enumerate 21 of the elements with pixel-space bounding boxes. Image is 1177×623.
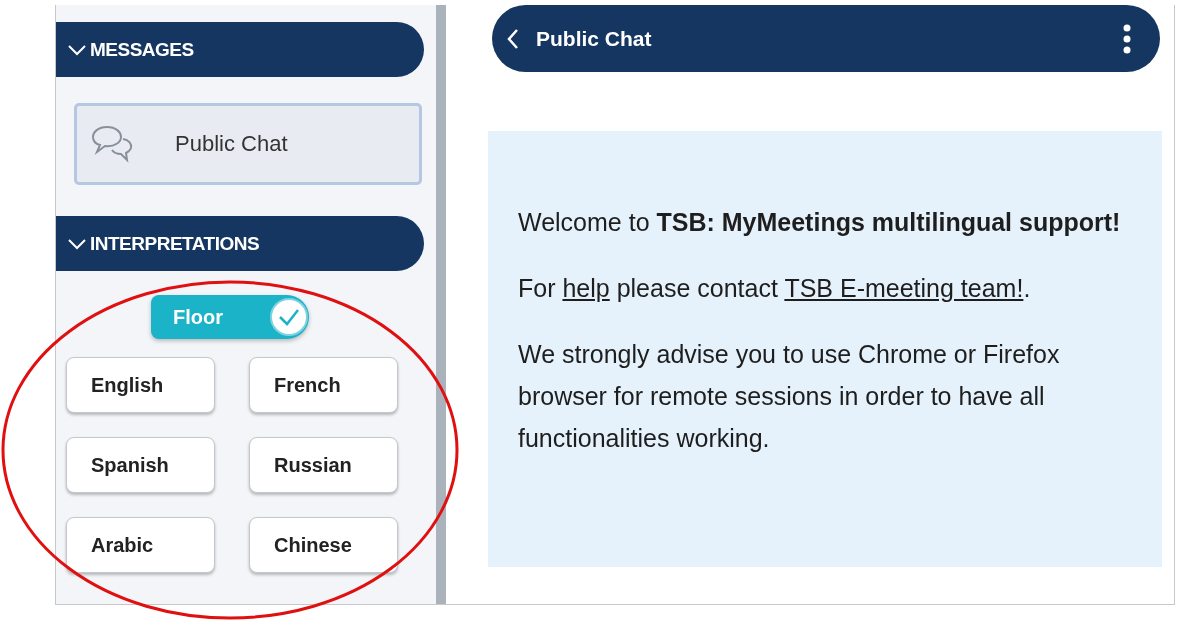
speech-bubbles-icon: [91, 124, 135, 164]
chevron-down-icon: [68, 237, 86, 250]
message-text: Welcome to TSB: MyMeetings multilingual support!: [518, 207, 1122, 238]
chat-list-item[interactable]: Public Chat: [74, 103, 422, 185]
message-text: For help please contact TSB E-meeting team!.: [518, 273, 1032, 304]
section-header[interactable]: MESSAGES: [56, 22, 424, 77]
chevron-down-icon: [68, 43, 86, 56]
language-button[interactable]: English: [66, 357, 215, 413]
language-button[interactable]: Chinese: [249, 517, 398, 573]
more-menu-icon: [1122, 23, 1132, 54]
language-button[interactable]: Arabic: [66, 517, 215, 573]
back-icon: [506, 27, 520, 50]
link[interactable]: TSB E-meeting team!: [784, 274, 1024, 302]
link[interactable]: help: [562, 274, 610, 302]
section-header[interactable]: INTERPRETATIONS: [56, 216, 424, 271]
language-button[interactable]: Russian: [249, 437, 398, 493]
chat-title: Public Chat: [536, 26, 653, 51]
message-text: We strongly advise you to use Chrome or Firefox browser for remote sessions in order to have all functionalities working.: [518, 339, 1061, 454]
check-circle-icon: [269, 297, 309, 337]
language-button[interactable]: French: [249, 357, 398, 413]
language-button[interactable]: Spanish: [66, 437, 215, 493]
